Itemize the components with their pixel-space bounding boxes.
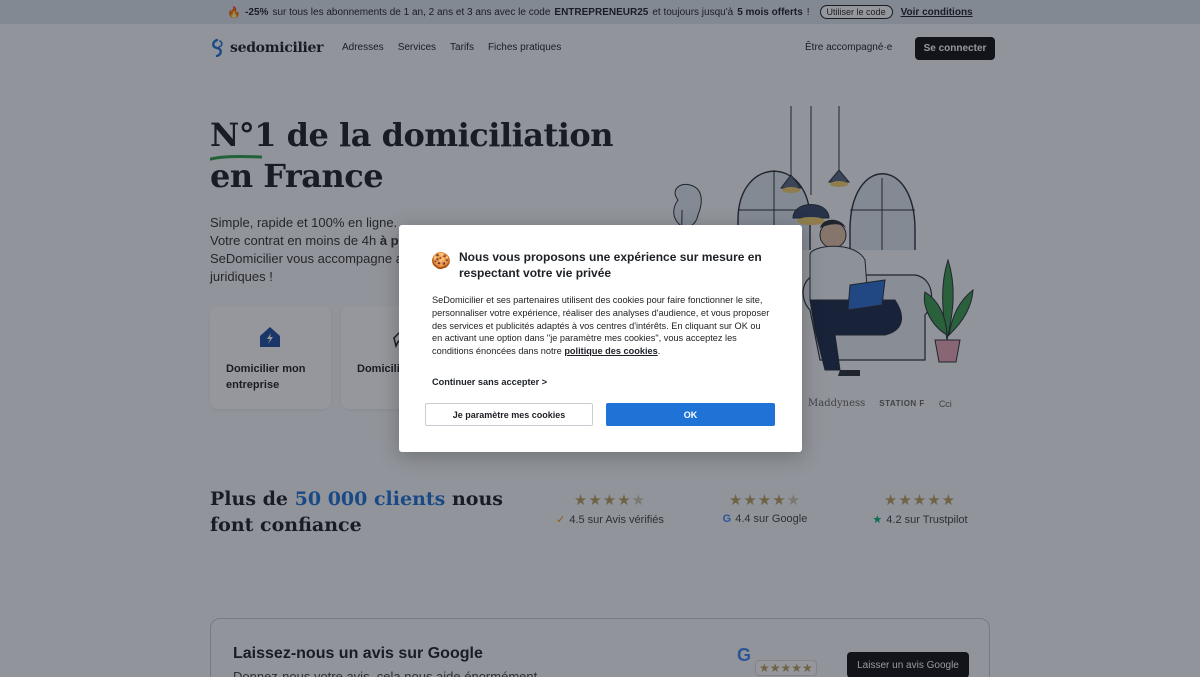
cookie-ok-button[interactable]: OK	[606, 403, 775, 426]
continue-without-accepting-link[interactable]: Continuer sans accepter >	[432, 377, 547, 387]
cookie-consent-modal: 🍪 Nous vous proposons une expérience sur…	[399, 225, 802, 452]
cookie-modal-title: Nous vous proposons une expérience sur m…	[459, 250, 762, 280]
cookie-icon: 🍪	[431, 253, 451, 270]
cookie-policy-link[interactable]: politique des cookies	[564, 346, 657, 356]
cookie-settings-button[interactable]: Je paramètre mes cookies	[425, 403, 593, 426]
cookie-modal-body: SeDomicilier et ses partenaires utilisen…	[432, 295, 770, 357]
